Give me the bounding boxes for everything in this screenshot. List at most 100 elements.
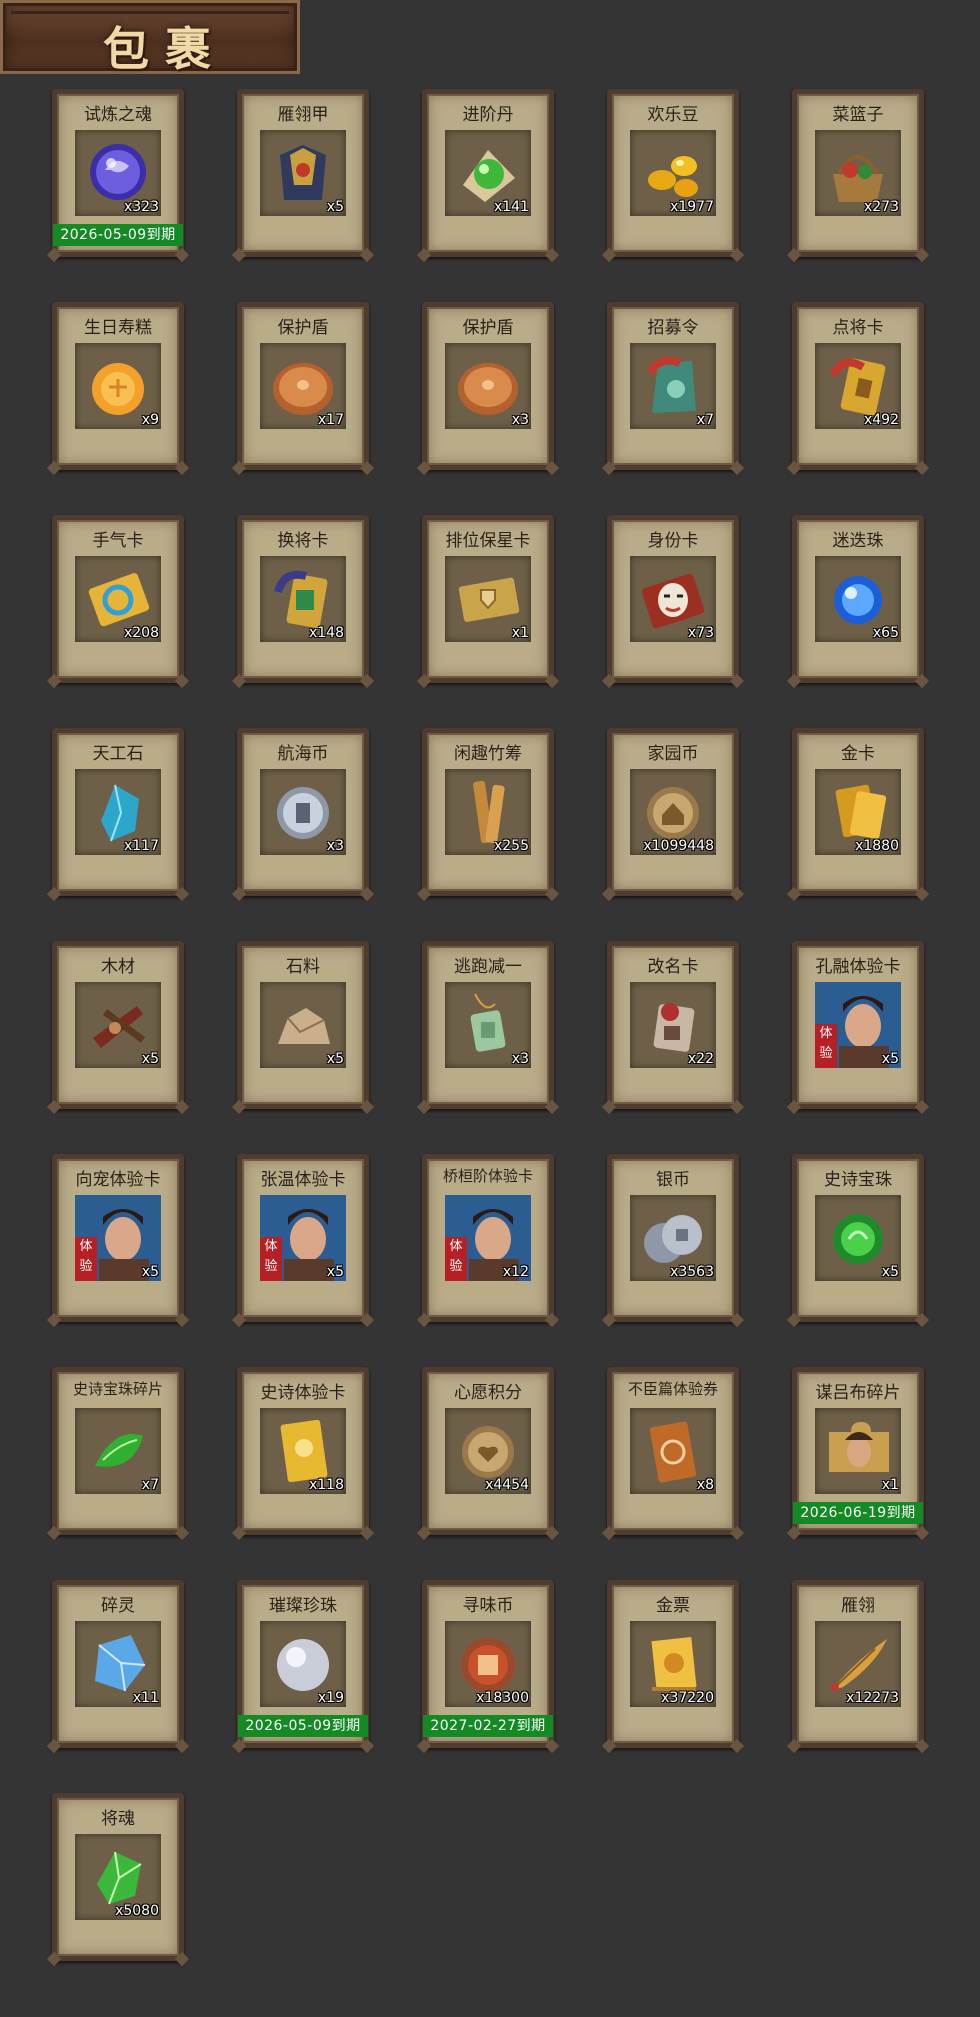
bamboo-tally-icon: x255 [445,769,531,855]
inventory-item-card[interactable]: 闲趣竹筹 x255 [422,728,554,896]
item-name: 史诗宝珠碎片 [72,1380,163,1398]
item-count: x12273 [846,1690,899,1706]
item-name: 向宠体验卡 [75,1170,161,1190]
item-count: x323 [123,199,159,215]
item-count: x4454 [485,1477,529,1493]
item-name: 保护盾 [277,318,329,338]
inventory-item-card[interactable]: 石料 x5 [237,941,369,1109]
item-count: x7 [141,1477,159,1493]
item-count: x5 [326,199,344,215]
inventory-item-card[interactable]: 生日寿糕 x9 [52,302,184,470]
inventory-item-card[interactable]: 谋吕布碎片 x1 2026-06-19到期 [792,1367,924,1535]
gold-card-icon: x1880 [815,769,901,855]
item-count: x5 [881,1264,899,1280]
item-name: 石料 [286,957,320,977]
title-bar: 包裹 [0,0,300,76]
item-count: x1 [881,1477,899,1493]
trial-badge: 体验 [815,1024,837,1068]
item-name: 银币 [656,1170,690,1190]
item-name: 璀璨珍珠 [269,1596,337,1616]
item-count: x3563 [670,1264,714,1280]
item-name: 木材 [101,957,135,977]
inventory-item-card[interactable]: 银币 x3563 [607,1154,739,1322]
inventory-item-card[interactable]: 菜篮子 x273 [792,89,924,257]
inventory-item-card[interactable]: 碎灵 x11 [52,1580,184,1748]
item-name: 逃跑减一 [454,957,522,977]
inventory-item-card[interactable]: 改名卡 x22 [607,941,739,1109]
stone-icon: x5 [260,982,346,1068]
item-count: x37220 [661,1690,714,1706]
feather-icon: x12273 [815,1621,901,1707]
item-name: 菜篮子 [832,105,884,125]
inventory-item-card[interactable]: 金卡 x1880 [792,728,924,896]
inventory-item-card[interactable]: 史诗宝珠碎片 x7 [52,1367,184,1535]
inventory-item-card[interactable]: 雁翎甲 x5 [237,89,369,257]
inventory-item-card[interactable]: 欢乐豆 x1977 [607,89,739,257]
inventory-item-card[interactable]: 孔融体验卡体验 x5 [792,941,924,1109]
inventory-item-card[interactable]: 不臣篇体验券 x8 [607,1367,739,1535]
inventory-item-card[interactable]: 寻味币 x18300 2027-02-27到期 [422,1580,554,1748]
silver-coins-icon: x3563 [630,1195,716,1281]
inventory-item-card[interactable]: 试炼之魂 x323 2026-05-09到期 [52,89,184,257]
portrait-icon: 体验 x5 [75,1195,161,1281]
item-name: 航海币 [277,744,329,764]
inventory-item-card[interactable]: 招募令 x7 [607,302,739,470]
green-gem-icon: x5080 [75,1834,161,1920]
trial-badge: 体验 [75,1237,97,1281]
item-name: 张温体验卡 [260,1170,346,1190]
inventory-item-card[interactable]: 家园币 x1099448 [607,728,739,896]
inventory-item-card[interactable]: 将魂 x5080 [52,1793,184,1961]
puzzle-piece-icon: x1 [815,1408,901,1494]
recruit-token-icon: x7 [630,343,716,429]
rank-card-icon: x1 [445,556,531,642]
inventory-item-card[interactable]: 向宠体验卡体验 x5 [52,1154,184,1322]
item-name: 雁翎甲 [277,105,329,125]
inventory-item-card[interactable]: 进阶丹 x141 [422,89,554,257]
item-count: x492 [863,412,899,428]
item-name: 迷迭珠 [832,531,884,551]
inventory-item-card[interactable]: 换将卡 x148 [237,515,369,683]
inventory-item-card[interactable]: 迷迭珠 x65 [792,515,924,683]
item-name: 金票 [656,1596,690,1616]
item-name: 招募令 [647,318,699,338]
inventory-item-card[interactable]: 史诗宝珠 x5 [792,1154,924,1322]
item-count: x73 [687,625,714,641]
item-count: x18300 [476,1690,529,1706]
inventory-item-card[interactable]: 手气卡 x208 [52,515,184,683]
item-name: 身份卡 [647,531,699,551]
item-name: 进阶丹 [462,105,514,125]
inventory-grid: 试炼之魂 x323 2026-05-09到期 雁翎甲 x5 进阶丹 x141 欢乐豆 x1977… [52,89,924,1961]
item-count: x5 [141,1264,159,1280]
inventory-item-card[interactable]: 天工石 x117 [52,728,184,896]
item-count: x1099448 [643,838,714,854]
item-name: 金卡 [841,744,875,764]
inventory-item-card[interactable]: 金票 x37220 [607,1580,739,1748]
item-name: 将魂 [101,1809,135,1829]
inventory-item-card[interactable]: 心愿积分 x4454 [422,1367,554,1535]
inventory-item-card[interactable]: 保护盾 x3 [422,302,554,470]
heart-coin-icon: x4454 [445,1408,531,1494]
inventory-item-card[interactable]: 点将卡 x492 [792,302,924,470]
inventory-item-card[interactable]: 璀璨珍珠 x19 2026-05-09到期 [237,1580,369,1748]
inventory-item-card[interactable]: 保护盾 x17 [237,302,369,470]
inventory-item-card[interactable]: 桥桓阶体验卡 体验 x12 [422,1154,554,1322]
inventory-item-card[interactable]: 排位保星卡 x1 [422,515,554,683]
blue-orb-icon: x65 [815,556,901,642]
inventory-item-card[interactable]: 身份卡 x73 [607,515,739,683]
wood-icon: x5 [75,982,161,1068]
item-name: 谋吕布碎片 [815,1383,901,1403]
item-count: x208 [123,625,159,641]
item-name: 心愿积分 [454,1383,522,1403]
inventory-item-card[interactable]: 航海币 x3 [237,728,369,896]
inventory-item-card[interactable]: 张温体验卡体验 x5 [237,1154,369,1322]
item-name: 手气卡 [92,531,144,551]
item-name: 试炼之魂 [84,105,152,125]
item-name: 孔融体验卡 [815,957,901,977]
inventory-item-card[interactable]: 史诗体验卡 x118 [237,1367,369,1535]
inventory-item-card[interactable]: 逃跑减一 x3 [422,941,554,1109]
item-count: x5 [881,1051,899,1067]
item-count: x148 [308,625,344,641]
inventory-item-card[interactable]: 木材 x5 [52,941,184,1109]
inventory-item-card[interactable]: 雁翎 x12273 [792,1580,924,1748]
portrait-icon: 体验 x5 [260,1195,346,1281]
